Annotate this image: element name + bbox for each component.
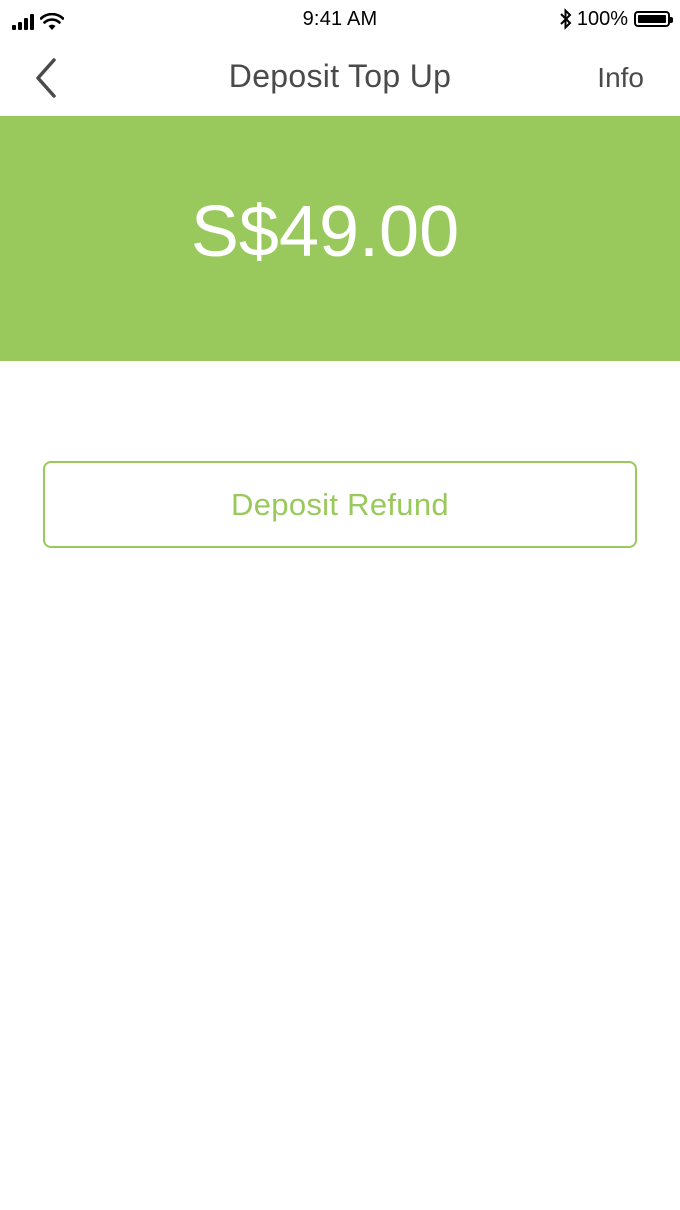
battery-percentage: 100% <box>576 7 628 30</box>
battery-fill <box>638 15 666 23</box>
page-title: Deposit Top Up <box>228 58 452 94</box>
navigation-bar: Deposit Top Up Info <box>0 40 680 116</box>
deposit-refund-button[interactable]: Deposit Refund <box>43 461 637 548</box>
status-bar: 9:41 AM 100% <box>0 0 680 40</box>
battery-icon <box>634 11 673 27</box>
battery-nub <box>670 17 673 23</box>
info-button[interactable]: Info <box>597 62 644 94</box>
deposit-balance-amount: S$49.00 <box>190 192 460 272</box>
deposit-balance-banner: S$49.00 <box>0 116 680 361</box>
bluetooth-icon <box>560 8 572 30</box>
status-right-group: 100% <box>559 6 673 32</box>
